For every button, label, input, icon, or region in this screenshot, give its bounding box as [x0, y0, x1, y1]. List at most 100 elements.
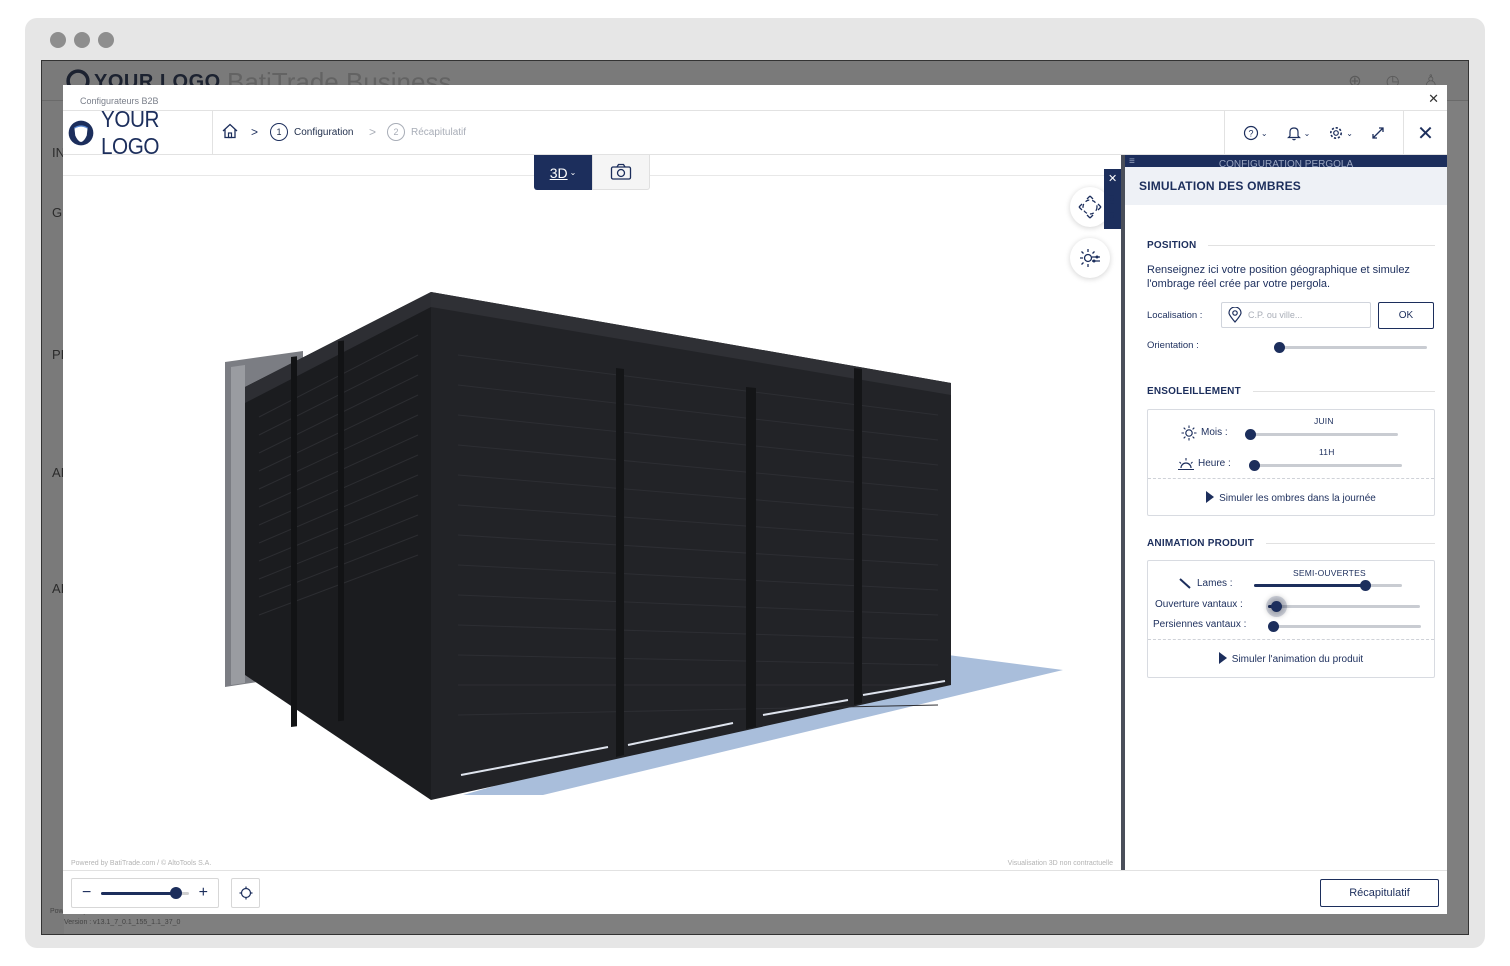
- help-icon[interactable]: ? ⌄: [1243, 125, 1268, 141]
- panel-subheader-title: SIMULATION DES OMBRES: [1139, 179, 1301, 193]
- location-row: Localisation : C.P. ou ville... OK: [1147, 302, 1435, 332]
- position-title-text: POSITION: [1147, 240, 1197, 251]
- breadcrumb-chevron-icon: >: [369, 125, 377, 139]
- slider-knob[interactable]: [1360, 580, 1371, 591]
- background-sidebar: IN GI PI AI AI: [42, 101, 66, 934]
- orientation-slider[interactable]: [1274, 342, 1427, 353]
- slider-knob[interactable]: [1268, 621, 1279, 632]
- mois-slider[interactable]: [1245, 429, 1398, 440]
- slider-knob[interactable]: [1270, 601, 1282, 612]
- simulation-panel: ≡ CONFIGURATION PERGOLA SIMULATION DES O…: [1121, 155, 1447, 870]
- heure-slider[interactable]: [1249, 460, 1402, 471]
- location-ok-button[interactable]: OK: [1378, 302, 1434, 329]
- ensoleillement-title-text: ENSOLEILLEMENT: [1147, 386, 1241, 397]
- left-post: [338, 340, 344, 722]
- location-pin-icon: [1228, 307, 1242, 323]
- gear-icon[interactable]: ⌄: [1328, 125, 1353, 141]
- location-input[interactable]: C.P. ou ville...: [1221, 302, 1371, 328]
- logo-text: YOUR LOGO: [101, 106, 160, 159]
- recenter-button[interactable]: [231, 878, 260, 908]
- louver-icon: [1179, 578, 1191, 589]
- configurator-modal: Configurateurs B2B ✕ YOUR LOGO > 1 Confi…: [63, 85, 1447, 914]
- slider-fill: [1254, 584, 1365, 587]
- modal-titlebar: Configurateurs B2B ✕: [63, 85, 1447, 111]
- play-icon: [1206, 491, 1215, 503]
- chevron-down-icon: ⌄: [569, 168, 577, 177]
- lames-label: Lames :: [1197, 578, 1233, 589]
- persiennes-slider[interactable]: [1268, 621, 1421, 632]
- lames-slider[interactable]: [1254, 580, 1402, 591]
- slider-knob[interactable]: [1245, 429, 1256, 440]
- zoom-slider[interactable]: [101, 886, 189, 899]
- home-icon[interactable]: [221, 122, 239, 140]
- panel-scrollbar[interactable]: [1121, 155, 1125, 870]
- toolbar-divider: [212, 111, 213, 155]
- mois-label: Mois :: [1201, 427, 1228, 438]
- slider-knob[interactable]: [1274, 342, 1285, 353]
- crosshair-icon: [239, 886, 252, 900]
- window-close-dot[interactable]: [50, 32, 66, 48]
- window-controls: [50, 32, 114, 48]
- zoom-out-icon[interactable]: −: [82, 884, 91, 902]
- simulate-animation-button[interactable]: Simuler l'animation du produit: [1148, 652, 1434, 665]
- ensoleillement-section: ENSOLEILLEMENT: [1147, 386, 1435, 397]
- toolbar-actions: ? ⌄ ⌄ ⌄ ✕: [1223, 111, 1447, 155]
- window-maximize-dot[interactable]: [98, 32, 114, 48]
- location-placeholder: C.P. ou ville...: [1248, 310, 1303, 320]
- slider-fill: [101, 891, 176, 895]
- zoom-in-icon[interactable]: +: [199, 884, 208, 902]
- step-number: 2: [387, 123, 405, 141]
- svg-text:?: ?: [1248, 129, 1253, 139]
- heure-value-label: 11H: [1319, 447, 1335, 457]
- breadcrumb-step-recapitulatif[interactable]: 2 Récapitulatif: [387, 123, 466, 141]
- menu-icon[interactable]: ≡: [1129, 155, 1135, 167]
- mode-3d-label: 3D: [549, 164, 568, 181]
- slider-knob[interactable]: [1249, 460, 1260, 471]
- sun-settings-button[interactable]: [1070, 238, 1110, 278]
- brand-logo: YOUR LOGO: [67, 106, 212, 159]
- logo-mark-icon: [68, 120, 94, 146]
- sunrise-icon: [1178, 458, 1194, 471]
- toolbar-icon-group: ? ⌄ ⌄ ⌄: [1223, 111, 1403, 155]
- modal-close-icon[interactable]: ✕: [1428, 91, 1439, 107]
- recapitulatif-button[interactable]: Récapitulatif: [1320, 879, 1439, 907]
- wall-panel-edge: [231, 365, 245, 685]
- configurator-toolbar: YOUR LOGO > 1 Configuration > 2 Récapitu…: [63, 106, 1447, 159]
- viewer-credit-left: Powered by BatiTrade.com / © AltoTools S…: [71, 860, 212, 867]
- play-icon: [1218, 652, 1227, 664]
- slider-knob[interactable]: [169, 886, 182, 899]
- ensoleillement-title: ENSOLEILLEMENT: [1147, 386, 1435, 397]
- camera-button[interactable]: [592, 155, 650, 190]
- ouverture-label: Ouverture vantaux :: [1155, 599, 1243, 610]
- 3d-viewer[interactable]: 3D ⌄ Powered by BatiTrade.com / © AltoToo…: [63, 155, 1121, 870]
- simulate-shadows-label: Simuler les ombres dans la journée: [1219, 493, 1376, 504]
- animation-box: SEMI-OUVERTES Lames : Ouverture vantaux …: [1147, 560, 1435, 678]
- pergola-front-face: [431, 292, 951, 800]
- position-description: Renseignez ici votre position géographiq…: [1147, 264, 1410, 290]
- breadcrumb-step-configuration[interactable]: 1 Configuration: [270, 123, 353, 141]
- pergola-3d-render[interactable]: [63, 155, 1121, 870]
- ensoleillement-box: JUIN Mois : 11H Heure : Simuler les ombr…: [1147, 409, 1435, 516]
- close-configurator-icon[interactable]: ✕: [1403, 111, 1447, 155]
- persiennes-label: Persiennes vantaux :: [1153, 619, 1247, 630]
- mode-3d-button[interactable]: 3D ⌄: [534, 155, 592, 190]
- animation-title: ANIMATION PRODUIT: [1147, 538, 1435, 549]
- expand-icon[interactable]: [1371, 126, 1385, 140]
- window-minimize-dot[interactable]: [74, 32, 90, 48]
- breadcrumb-chevron-icon: >: [251, 125, 259, 139]
- camera-icon: [610, 163, 632, 180]
- ouverture-slider[interactable]: [1268, 601, 1420, 612]
- bell-icon[interactable]: ⌄: [1286, 125, 1310, 141]
- animation-title-text: ANIMATION PRODUIT: [1147, 538, 1255, 549]
- viewer-credit-right: Visualisation 3D non contractuelle: [1007, 860, 1113, 867]
- rotate-icon: [1078, 195, 1102, 219]
- position-title: POSITION: [1147, 240, 1435, 251]
- lames-value-label: SEMI-OUVERTES: [1293, 568, 1366, 578]
- heure-label: Heure :: [1198, 458, 1231, 469]
- orientation-row: Orientation :: [1147, 340, 1435, 356]
- box-divider: [1148, 639, 1434, 640]
- background-footer-version: Version : v13.1_7_0.1_155_1.1_37_0: [64, 919, 181, 926]
- simulate-shadows-button[interactable]: Simuler les ombres dans la journée: [1148, 491, 1434, 504]
- position-section: POSITION Renseignez ici votre position g…: [1147, 240, 1435, 291]
- modal-title: Configurateurs B2B: [80, 96, 159, 106]
